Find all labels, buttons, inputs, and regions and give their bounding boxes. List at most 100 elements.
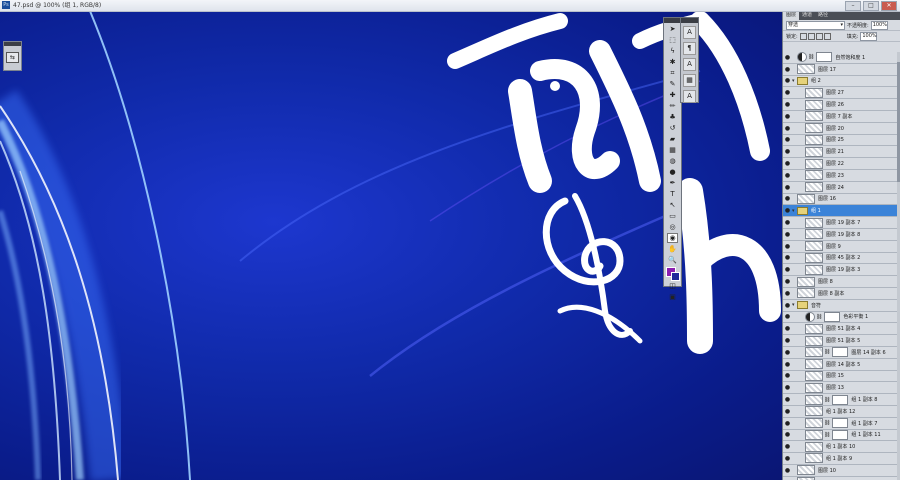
layer-row[interactable]: ● 图层 10	[783, 465, 900, 477]
layer-row[interactable]: ● ⛓ 组 1 副本 7	[783, 418, 900, 430]
visibility-eye-icon[interactable]: ●	[783, 148, 792, 155]
lock-all-icon[interactable]	[823, 32, 831, 40]
layer-row[interactable]: ● 图层 15	[783, 370, 900, 383]
visibility-eye-icon[interactable]: ●	[783, 207, 792, 214]
zoom-icon[interactable]: 🔍	[667, 255, 678, 265]
path-select-icon[interactable]: ↖	[667, 200, 678, 210]
visibility-eye-icon[interactable]: ●	[783, 290, 792, 297]
minimize-button[interactable]: –	[845, 1, 861, 11]
visibility-eye-icon[interactable]: ●	[783, 113, 792, 120]
mini-panel-grip[interactable]	[4, 42, 21, 46]
visibility-eye-icon[interactable]: ●	[783, 243, 792, 250]
visibility-eye-icon[interactable]: ●	[783, 278, 792, 285]
mask-link-icon[interactable]: ⛓	[808, 54, 814, 60]
eraser-icon[interactable]: ▰	[667, 134, 678, 144]
visibility-eye-icon[interactable]: ●	[783, 54, 792, 61]
layer-row[interactable]: ● 图层 9	[783, 241, 900, 253]
visibility-eye-icon[interactable]: ●	[783, 431, 792, 438]
layer-row[interactable]: ● ▾ 组 1	[783, 205, 900, 218]
move-icon[interactable]: ➤	[667, 24, 678, 34]
layer-row[interactable]: ● 图层 17	[783, 64, 900, 76]
mask-link-icon[interactable]: ⛓	[824, 397, 830, 403]
visibility-eye-icon[interactable]: ●	[783, 219, 792, 226]
layer-mask-thumbnail[interactable]	[832, 394, 849, 405]
tab-layers[interactable]: 图层	[783, 11, 800, 20]
layer-row[interactable]: ● 图层 26	[783, 99, 900, 111]
layer-row[interactable]: ● ⛓ 色彩平衡 1	[783, 311, 900, 324]
tab-channels[interactable]: 通道	[799, 11, 815, 20]
visibility-eye-icon[interactable]: ●	[783, 325, 792, 332]
layer-row[interactable]: ● 图层 19 副本 3	[783, 264, 900, 277]
crop-icon[interactable]: ⌗	[667, 68, 678, 78]
table-icon[interactable]: ▦	[683, 74, 696, 87]
blend-mode-select[interactable]: 穿透	[786, 20, 845, 30]
layer-row[interactable]: ● 图层 27	[783, 87, 900, 100]
visibility-eye-icon[interactable]: ●	[783, 254, 792, 261]
layer-row[interactable]: ● 图层 23	[783, 170, 900, 182]
visibility-eye-icon[interactable]: ●	[783, 184, 792, 191]
layer-mask-thumbnail[interactable]	[832, 347, 849, 358]
pen-icon[interactable]: ✒	[667, 178, 678, 188]
mask-link-icon[interactable]: ⛓	[824, 420, 830, 426]
layer-row[interactable]: ● 图层 21	[783, 146, 900, 159]
hand-icon[interactable]: ✋	[667, 244, 678, 254]
visibility-eye-icon[interactable]: ●	[783, 160, 792, 167]
stamp-icon[interactable]: ♣	[667, 112, 678, 122]
visibility-eye-icon[interactable]: ●	[783, 361, 792, 368]
visibility-eye-icon[interactable]: ●	[783, 408, 792, 415]
visibility-eye-icon[interactable]: ●	[783, 195, 792, 202]
fill-input[interactable]: 100%	[860, 31, 878, 41]
layer-row[interactable]: ● ⛓ 图层 14 副本 6	[783, 347, 900, 359]
visibility-eye-icon[interactable]: ●	[783, 77, 792, 84]
layer-row[interactable]: ● 图层 13	[783, 382, 900, 395]
layer-row[interactable]: ● 图层 19 副本 8	[783, 229, 900, 241]
visibility-eye-icon[interactable]: ●	[783, 302, 792, 309]
lock-transparency-icon[interactable]	[799, 32, 807, 40]
layer-row[interactable]: ● 图层 45 副本 2	[783, 252, 900, 265]
visibility-eye-icon[interactable]: ●	[783, 420, 792, 427]
visibility-eye-icon[interactable]: ●	[783, 372, 792, 379]
layer-row[interactable]: ● ▾ 音符	[783, 300, 900, 312]
layer-row[interactable]: ● 组 1 副本 10	[783, 441, 900, 454]
layer-row[interactable]: ● 组 1 副本 12	[783, 406, 900, 418]
layer-row[interactable]: ● 图层 8 副本	[783, 288, 900, 300]
strip-grip[interactable]	[681, 18, 698, 23]
panel-collapse-icon[interactable]: ⇆	[6, 52, 19, 63]
marquee-icon[interactable]: ⬚	[667, 35, 678, 45]
screen-mode-icon[interactable]: ▣	[667, 292, 678, 302]
layer-row[interactable]: ● 图层 51 副本 4	[783, 323, 900, 336]
visibility-eye-icon[interactable]: ●	[783, 349, 792, 356]
visibility-eye-icon[interactable]: ●	[783, 443, 792, 450]
layer-row[interactable]: ● 图层 14 副本 5	[783, 359, 900, 371]
character-panel-icon[interactable]: A	[683, 26, 696, 39]
shape-icon[interactable]: ▭	[667, 211, 678, 221]
visibility-eye-icon[interactable]: ●	[783, 396, 792, 403]
visibility-eye-icon[interactable]: ●	[783, 66, 792, 73]
visibility-eye-icon[interactable]: ●	[783, 266, 792, 273]
history-brush-icon[interactable]: ↺	[667, 123, 678, 133]
eyedropper-icon[interactable]: ✎	[667, 79, 678, 89]
layer-row[interactable]: ● 图层 7 副本	[783, 111, 900, 123]
layer-row[interactable]: ● 图层 16	[783, 193, 900, 206]
brush-icon[interactable]: ✏	[667, 101, 678, 111]
lock-position-icon[interactable]	[815, 32, 823, 40]
layer-row[interactable]: ● 图层 51 副本 5	[783, 335, 900, 347]
mask-link-icon[interactable]: ⛓	[816, 314, 822, 320]
paragraph-panel-icon[interactable]: ¶	[683, 42, 696, 55]
layer-row[interactable]: ● 图层 22	[783, 158, 900, 170]
healing-icon[interactable]: ✚	[667, 90, 678, 100]
char-style-icon[interactable]: A	[683, 58, 696, 71]
type-icon[interactable]: T	[667, 189, 678, 199]
mask-link-icon[interactable]: ⛓	[824, 432, 830, 438]
blur-icon[interactable]: ◍	[667, 156, 678, 166]
visibility-eye-icon[interactable]: ●	[783, 172, 792, 179]
visibility-eye-icon[interactable]: ●	[783, 337, 792, 344]
tab-paths[interactable]: 路径	[815, 11, 831, 20]
quickmask-icon[interactable]: ◫	[667, 281, 678, 291]
close-button[interactable]: ✕	[881, 1, 897, 11]
3d-orbit-icon[interactable]: ◉	[667, 233, 678, 243]
mask-link-icon[interactable]: ⛓	[824, 349, 830, 355]
layer-mask-thumbnail[interactable]	[824, 311, 841, 322]
layer-row[interactable]: ● 图层 25	[783, 134, 900, 147]
layer-mask-thumbnail[interactable]	[832, 429, 849, 440]
